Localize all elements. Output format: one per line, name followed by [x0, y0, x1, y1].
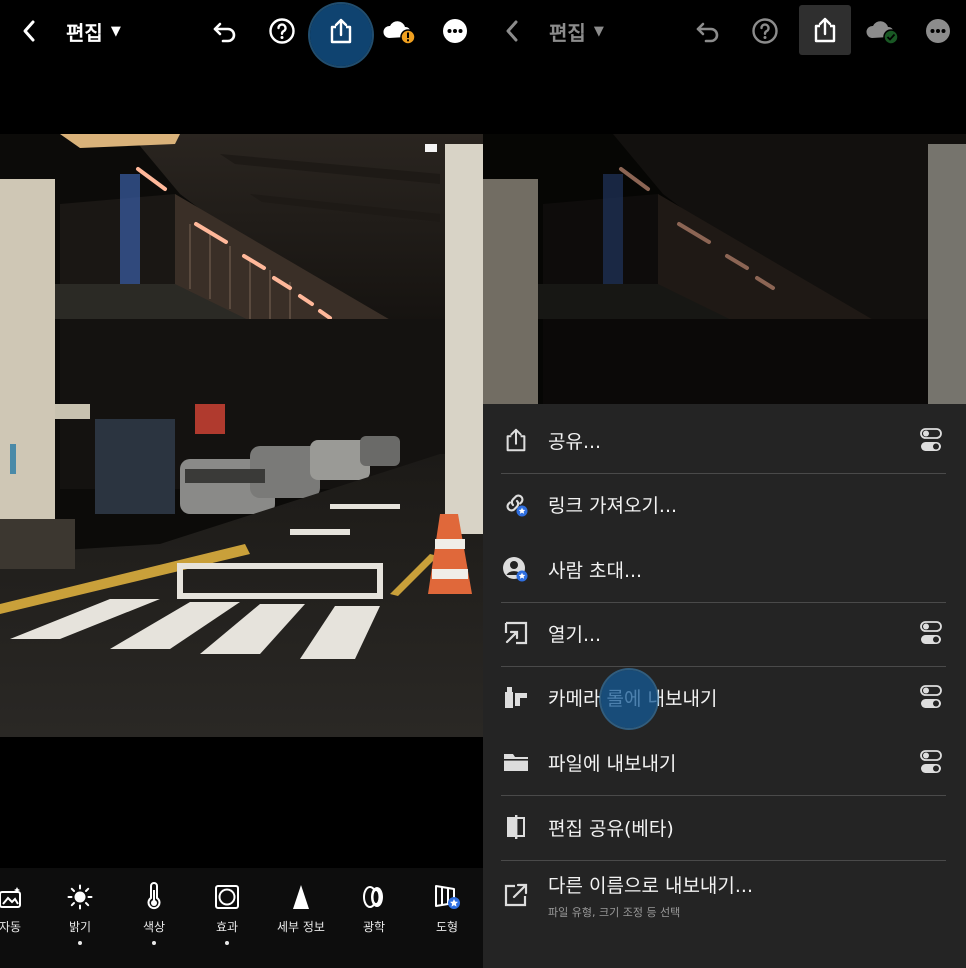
share-menu-sublabel: 파일 유형, 크기 조정 등 선택	[548, 905, 681, 919]
more-icon	[926, 19, 950, 43]
share-menu-text: 링크 가져오기...	[548, 491, 677, 518]
compare-icon	[501, 812, 531, 842]
undo-button[interactable]	[208, 14, 242, 48]
effects-icon	[215, 885, 239, 909]
share-menu-item[interactable]: 다른 이름으로 내보내기... 파일 유형, 크기 조정 등 선택	[501, 859, 946, 931]
tool-label: 효과	[215, 920, 239, 934]
left-panel: 편집 ▼ 자동 밝기 색상 효과 세부 정보 광학 도형	[0, 0, 483, 968]
share-menu-label: 파일에 내보내기	[548, 752, 677, 775]
modified-dot	[78, 941, 82, 945]
share-menu-text: 사람 초대...	[548, 556, 642, 583]
share-menu-item[interactable]: 링크 가져오기...	[501, 472, 946, 536]
tool-geometry[interactable]: 도형	[412, 882, 482, 935]
tool-color[interactable]: 색상	[119, 882, 189, 945]
share-menu-text: 공유...	[548, 427, 601, 454]
share-icon	[330, 18, 352, 44]
link-icon	[501, 489, 531, 519]
export-settings-toggle-icon[interactable]	[920, 750, 942, 778]
export-as-icon	[501, 880, 531, 910]
share-menu-text: 다른 이름으로 내보내기... 파일 유형, 크기 조정 등 선택	[548, 871, 753, 920]
more-button[interactable]	[921, 14, 955, 48]
share-menu-label: 공유...	[548, 430, 602, 453]
share-menu-item[interactable]: 열기...	[501, 601, 946, 665]
share-menu-item[interactable]: 카메라 롤에 내보내기	[501, 665, 946, 729]
cloud-sync-status[interactable]	[380, 14, 418, 48]
optics-icon	[363, 886, 383, 908]
chevron-left-icon	[506, 20, 518, 42]
brightness-icon	[67, 884, 93, 910]
folder-icon	[501, 747, 531, 777]
share-menu-text: 열기...	[548, 620, 601, 647]
tool-label: 밝기	[68, 920, 92, 934]
share-menu-text: 편집 공유(베타)	[548, 814, 674, 841]
chevron-left-icon	[23, 20, 35, 42]
share-menu-item[interactable]: 사람 초대...	[501, 537, 946, 601]
tool-label: 색상	[142, 920, 166, 934]
share-icon	[501, 425, 531, 455]
undo-button[interactable]	[691, 14, 725, 48]
tool-label: 도형	[435, 920, 459, 934]
share-menu-item[interactable]: 파일에 내보내기	[501, 730, 946, 794]
share-menu-label: 다른 이름으로 내보내기...	[548, 874, 753, 897]
cloud-sync-status[interactable]	[863, 14, 901, 48]
tool-auto[interactable]: 자동	[0, 882, 45, 935]
detail-icon	[293, 885, 309, 909]
help-button[interactable]	[265, 14, 299, 48]
back-button[interactable]	[14, 16, 44, 46]
share-menu-item[interactable]: 공유...	[501, 408, 946, 472]
cloud-warning-icon	[383, 21, 416, 45]
edit-mode-dropdown[interactable]: 편집 ▼	[66, 16, 121, 46]
tool-detail[interactable]: 세부 정보	[266, 882, 336, 935]
adjustment-toolbar: 자동 밝기 색상 효과 세부 정보 광학 도형	[0, 868, 483, 968]
tool-brightness[interactable]: 밝기	[45, 882, 115, 945]
touch-indicator	[601, 670, 657, 728]
top-toolbar: 편집 ▼	[0, 0, 483, 66]
edit-mode-label: 편집	[66, 20, 103, 45]
share-sheet: 공유... 링크 가져오기... 사람 초대... 열기... 카메라 롤에 내보내기파…	[483, 404, 966, 968]
more-button[interactable]	[438, 14, 472, 48]
edit-mode-label: 편집	[549, 20, 586, 45]
top-toolbar: 편집 ▼	[483, 0, 966, 64]
help-icon	[752, 18, 778, 44]
back-button[interactable]	[497, 16, 527, 46]
geometry-icon	[435, 885, 460, 909]
tool-optics[interactable]: 광학	[339, 882, 409, 935]
street-photo	[0, 134, 483, 737]
undo-icon	[696, 22, 719, 43]
thermometer-icon	[147, 882, 161, 910]
tool-effects[interactable]: 효과	[192, 882, 262, 945]
share-button[interactable]	[324, 14, 358, 48]
share-menu-text: 파일에 내보내기	[548, 749, 676, 776]
photo-canvas[interactable]	[0, 134, 483, 737]
caret-down-icon: ▼	[593, 23, 604, 39]
more-icon	[443, 19, 467, 43]
export-settings-toggle-icon[interactable]	[920, 685, 942, 713]
camera-roll-icon	[501, 682, 531, 712]
share-menu-label: 열기...	[548, 623, 602, 646]
undo-icon	[213, 22, 236, 43]
export-settings-toggle-icon[interactable]	[920, 621, 942, 649]
help-icon	[269, 18, 295, 44]
open-in-icon	[501, 618, 531, 648]
caret-down-icon: ▼	[110, 23, 121, 39]
auto-icon	[0, 887, 21, 908]
modified-dot	[152, 941, 156, 945]
tool-label: 세부 정보	[277, 920, 325, 934]
help-button[interactable]	[748, 14, 782, 48]
share-menu-item[interactable]: 편집 공유(베타)	[501, 795, 946, 859]
share-menu-label: 편집 공유(베타)	[548, 817, 674, 840]
share-button-active[interactable]	[799, 5, 851, 55]
share-icon	[814, 17, 836, 43]
tool-label: 자동	[0, 920, 22, 934]
export-settings-toggle-icon[interactable]	[920, 428, 942, 456]
share-menu-label: 사람 초대...	[548, 559, 643, 582]
invite-person-icon	[501, 554, 531, 584]
cloud-synced-icon	[866, 21, 899, 45]
right-panel: 편집 ▼ 공유... 링크 가져오기... 사람 초대... 열기... 카메라…	[483, 0, 966, 968]
share-menu-label: 링크 가져오기...	[548, 494, 678, 517]
tool-label: 광학	[362, 920, 386, 934]
edit-mode-dropdown[interactable]: 편집 ▼	[549, 16, 604, 46]
modified-dot	[225, 941, 229, 945]
